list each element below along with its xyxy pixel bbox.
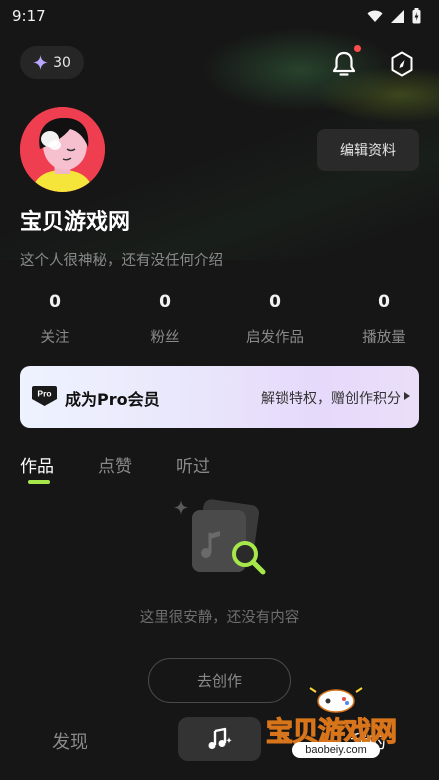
pro-membership-banner[interactable]: Pro 成为Pro会员 解锁特权，赠创作积分: [20, 366, 419, 428]
status-time: 9:17: [12, 7, 46, 25]
empty-music-search-icon: [174, 499, 266, 575]
empty-state-message: 这里很安静，还没有内容: [139, 610, 300, 626]
sparkle-icon: [33, 55, 49, 70]
content-tabs: 作品 点赞 听过: [0, 452, 439, 488]
watermark-domain: baobeiy.com: [292, 742, 380, 758]
stat-label: 粉丝: [150, 330, 180, 346]
stat-label: 关注: [40, 330, 70, 346]
site-watermark: 宝贝游戏网 baobeiy.com: [262, 684, 412, 774]
stat-label: 播放量: [362, 330, 406, 346]
stat-value: 0: [159, 292, 171, 312]
coins-pill[interactable]: 30: [20, 46, 84, 79]
coins-count: 30: [53, 54, 71, 71]
bell-icon[interactable]: [331, 50, 357, 78]
music-note-sparkle-icon: [208, 727, 232, 749]
stat-value: 0: [269, 292, 281, 312]
avatar-illustration: [20, 107, 105, 192]
tab-works[interactable]: 作品: [20, 452, 54, 477]
nav-create-button[interactable]: [178, 717, 261, 761]
hexagon-settings-icon[interactable]: [389, 50, 415, 78]
status-icons: [367, 8, 421, 24]
battery-charging-icon: [412, 8, 421, 24]
status-bar: 9:17: [0, 0, 439, 32]
stat-value: 0: [49, 292, 61, 312]
active-tab-indicator: [28, 480, 50, 484]
edit-profile-button[interactable]: 编辑资料: [317, 129, 419, 171]
stat-plays[interactable]: 0 播放量: [329, 290, 439, 347]
wifi-icon: [367, 10, 383, 22]
pro-badge-text: Pro: [37, 389, 51, 399]
tab-likes[interactable]: 点赞: [98, 452, 132, 477]
stat-followers[interactable]: 0 粉丝: [110, 290, 220, 347]
profile-bio: 这个人很神秘，还有没任何介绍: [20, 253, 223, 269]
nav-discover[interactable]: 发现: [52, 728, 88, 754]
tab-listened[interactable]: 听过: [176, 452, 210, 477]
signal-icon: [391, 9, 404, 23]
stat-value: 0: [378, 292, 390, 312]
stat-label: 启发作品: [246, 330, 304, 346]
username: 宝贝游戏网: [20, 210, 131, 235]
arrow-right-icon: [404, 392, 410, 400]
stat-inspired-works[interactable]: 0 启发作品: [220, 290, 330, 347]
profile-stats: 0 关注 0 粉丝 0 启发作品 0 播放量: [0, 290, 439, 350]
stat-following[interactable]: 0 关注: [0, 290, 110, 347]
avatar[interactable]: [20, 107, 105, 192]
pro-badge-icon: Pro: [32, 386, 57, 406]
pro-banner-description: 解锁特权，赠创作积分: [261, 391, 401, 407]
notification-dot: [354, 45, 361, 52]
pro-banner-title: 成为Pro会员: [65, 390, 160, 409]
